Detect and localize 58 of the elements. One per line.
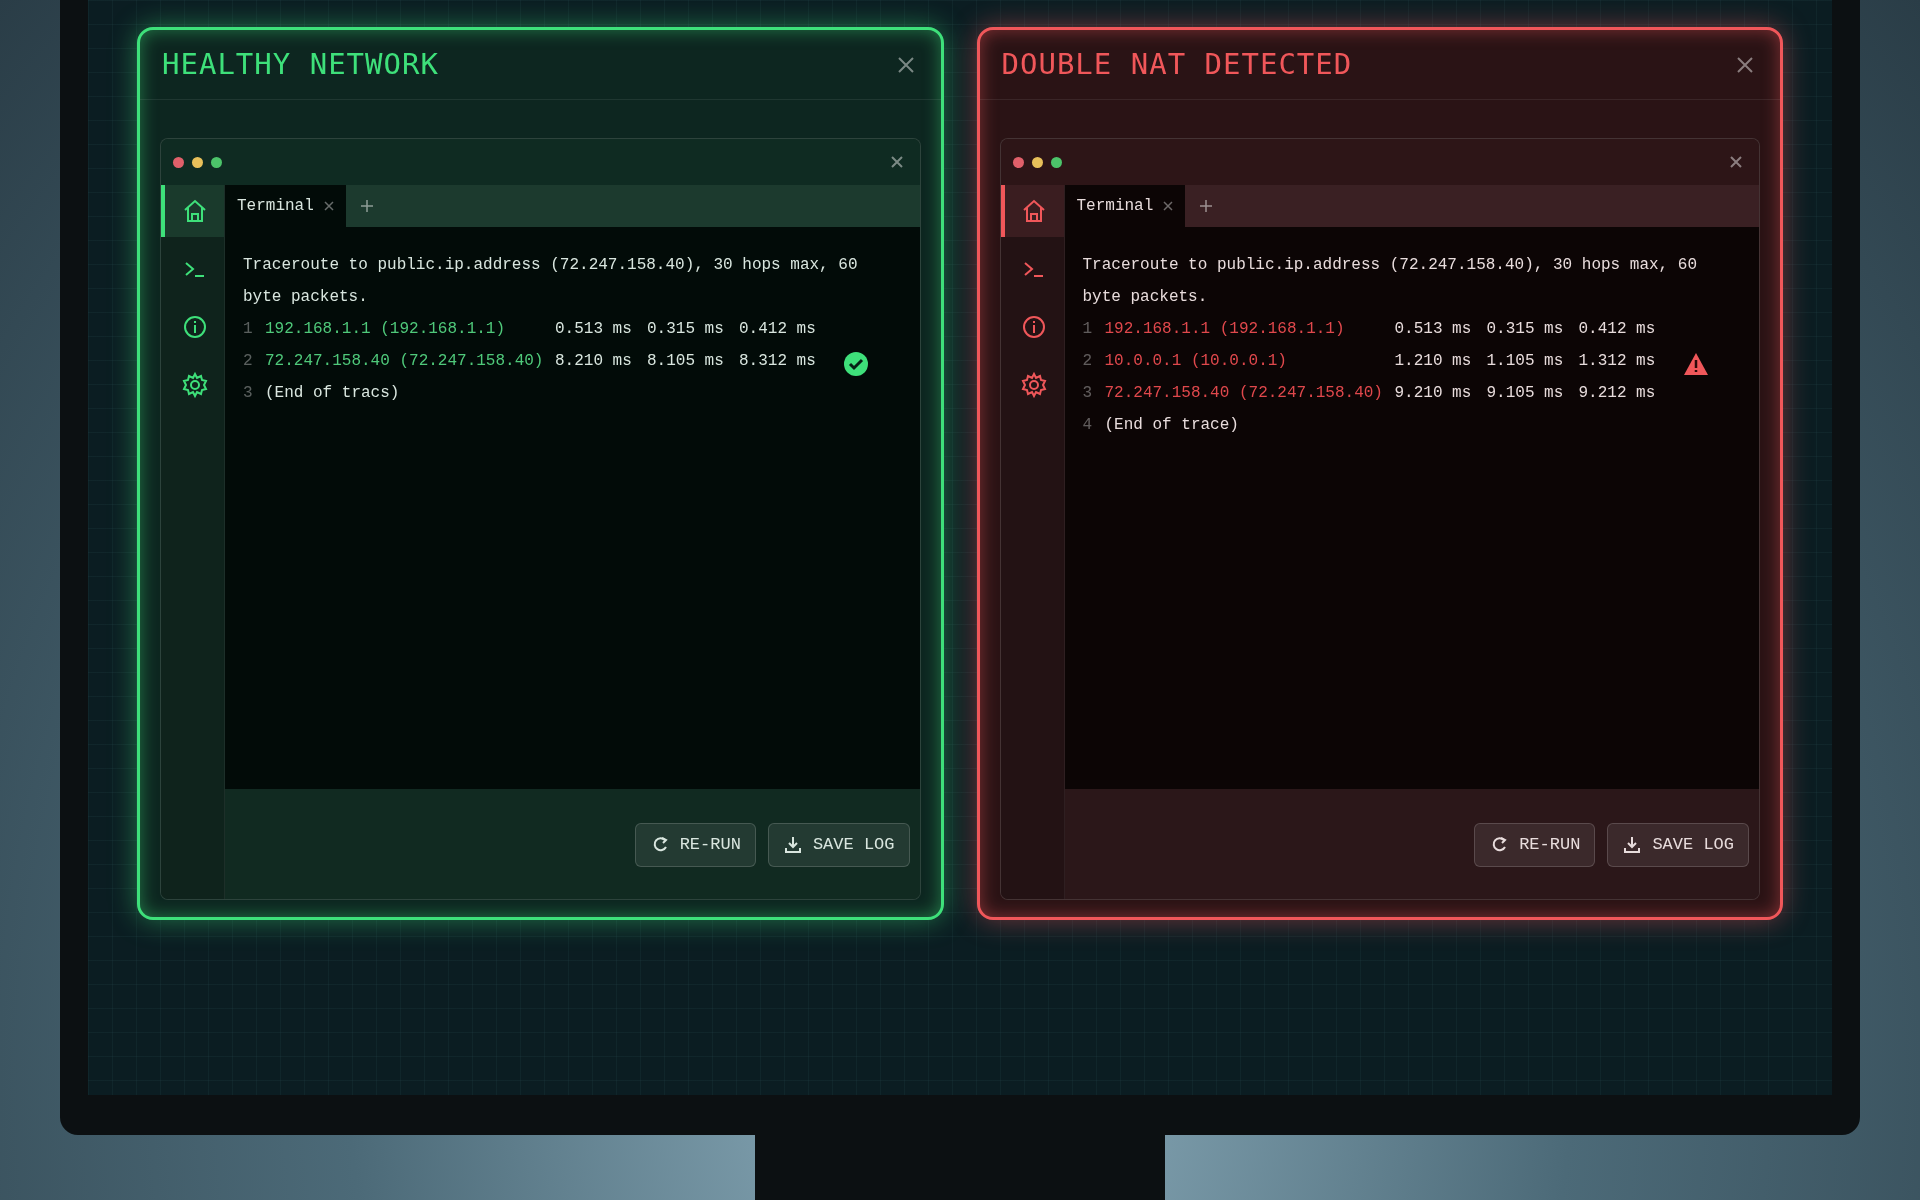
- line-number: 2: [1082, 351, 1094, 372]
- line-number: 3: [1082, 383, 1094, 404]
- hop-address: 10.0.0.1 (10.0.0.1): [1104, 351, 1288, 372]
- hop-time: 0.513 ms: [555, 319, 633, 340]
- line-number: 1: [1082, 319, 1094, 340]
- close-icon: [1729, 155, 1743, 170]
- hop-time: 9.212 ms: [1578, 383, 1657, 404]
- save-log-button[interactable]: SAVE LOG: [767, 823, 910, 867]
- terminal-text: Traceroute to public.ip.address (72.247.158.40), 30 hops max, 60 byte packets.: [243, 255, 859, 308]
- line-number: 3: [243, 383, 254, 404]
- info-icon: [1020, 313, 1048, 341]
- hop-time: 1.105 ms: [1486, 351, 1565, 372]
- hop-address: 192.168.1.1 (192.168.1.1): [265, 319, 507, 340]
- hop-time: 9.210 ms: [1394, 383, 1473, 404]
- hop-time: 8.312 ms: [739, 351, 817, 372]
- hop-time: 8.210 ms: [555, 351, 633, 372]
- tab[interactable]: Terminal: [225, 185, 346, 227]
- panel-title: DOUBLE NAT DETECTED: [1001, 45, 1353, 83]
- close-icon: [1736, 55, 1754, 74]
- close-icon: [889, 155, 904, 170]
- close-icon: [896, 55, 915, 74]
- hop-address: 72.247.158.40 (72.247.158.40): [265, 351, 545, 372]
- tab[interactable]: Terminal: [1064, 185, 1186, 227]
- window-control[interactable]: [1012, 156, 1024, 168]
- hop-time: 8.105 ms: [647, 351, 725, 372]
- line-number: 1: [243, 319, 254, 340]
- hop-time: 0.412 ms: [739, 319, 817, 340]
- plus-icon: [1199, 198, 1214, 213]
- line-number: 2: [243, 351, 254, 372]
- rerun-button[interactable]: RE-RUN: [634, 823, 756, 867]
- window-control[interactable]: [1050, 156, 1062, 168]
- hop-time: 1.210 ms: [1394, 351, 1473, 372]
- hop-time: 1.312 ms: [1578, 351, 1657, 372]
- terminal-text: Traceroute to public.ip.address (72.247.158.40), 30 hops max, 60 byte packets.: [1082, 255, 1698, 308]
- sidebar-item[interactable]: [161, 185, 224, 237]
- line-number: 4: [1082, 415, 1094, 436]
- hop-time: 9.105 ms: [1486, 383, 1565, 404]
- save-log-button[interactable]: SAVE LOG: [1607, 823, 1749, 867]
- window-control[interactable]: [173, 156, 184, 168]
- download-icon: [1622, 835, 1643, 855]
- terminal-text: (End of trace): [1104, 415, 1239, 436]
- terminal-text: (End of tracs): [265, 383, 400, 404]
- window-control[interactable]: [1031, 156, 1043, 168]
- hop-time: 0.513 ms: [1394, 319, 1473, 340]
- sidebar-item[interactable]: [1000, 185, 1064, 237]
- rerun-button[interactable]: RE-RUN: [1474, 823, 1596, 867]
- plus-icon: [359, 198, 374, 213]
- gear-icon: [1020, 371, 1048, 399]
- window-control[interactable]: [192, 156, 203, 168]
- hop-time: 0.315 ms: [647, 319, 725, 340]
- hop-address: 192.168.1.1 (192.168.1.1): [1104, 319, 1346, 340]
- hop-time: 0.315 ms: [1486, 319, 1565, 340]
- hop-address: 72.247.158.40 (72.247.158.40): [1104, 383, 1384, 404]
- panel-title: HEALTHY NETWORK: [162, 45, 439, 83]
- gear-icon: [180, 371, 209, 399]
- window-control[interactable]: [211, 156, 222, 168]
- download-icon: [782, 835, 803, 855]
- hop-time: 0.412 ms: [1578, 319, 1657, 340]
